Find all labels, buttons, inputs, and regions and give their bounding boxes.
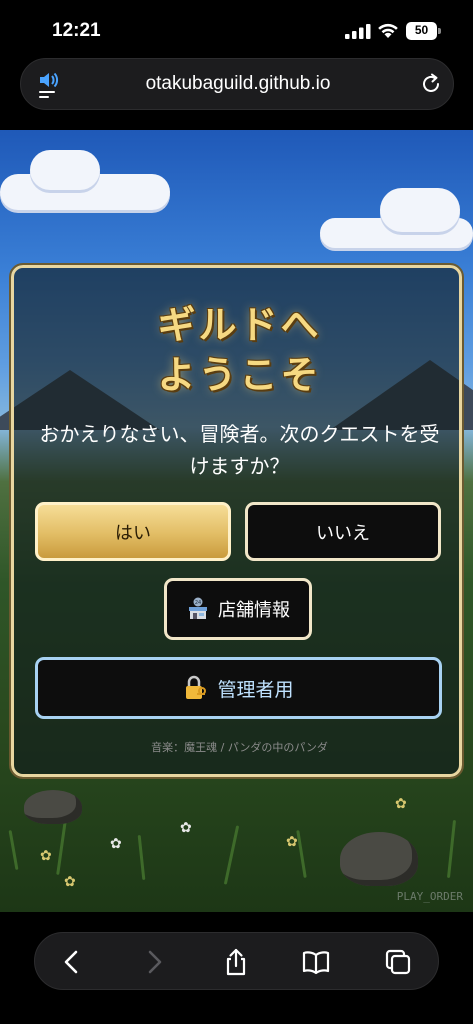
- url-text[interactable]: otakubaguild.github.io: [21, 73, 455, 95]
- grass: [137, 834, 146, 881]
- forward-button[interactable]: [139, 947, 169, 977]
- chevron-left-icon: [64, 950, 78, 974]
- svg-text:24: 24: [195, 600, 201, 606]
- cellular-signal-icon: [345, 24, 371, 39]
- flower: ✿: [395, 796, 407, 812]
- tabs-icon: [385, 949, 411, 975]
- grass: [446, 820, 457, 878]
- chevron-right-icon: [148, 950, 162, 974]
- game-scene: ✿ ✿ ✿ ✿ ✿ ✿ PLAY_ORDER ギルドへ ようこそ おかえりなさい…: [0, 130, 473, 912]
- music-credit: 音楽：魔王魂 / パンダの中のパンダ: [151, 741, 328, 754]
- no-button[interactable]: いいえ: [245, 502, 441, 561]
- battery-level: 50: [414, 23, 429, 37]
- no-button-label: いいえ: [316, 522, 370, 544]
- store-info-label: 店舗情報: [218, 600, 290, 621]
- grass: [223, 825, 240, 885]
- yes-button-label: はい: [115, 522, 151, 544]
- store-info-button[interactable]: 24 店舗情報: [164, 578, 312, 640]
- watermark: PLAY_ORDER: [396, 890, 463, 903]
- grass: [296, 830, 307, 878]
- admin-button[interactable]: 管理者用: [35, 657, 442, 719]
- flower: ✿: [110, 836, 122, 852]
- rock: [24, 790, 82, 824]
- 24h-store-icon: 24: [189, 597, 207, 619]
- flower: ✿: [286, 834, 298, 850]
- status-time: 12:21: [52, 20, 101, 41]
- browser-toolbar-area: [0, 912, 473, 1024]
- back-button[interactable]: [57, 947, 87, 977]
- rock: [340, 832, 418, 886]
- wifi-icon: [378, 23, 398, 38]
- battery-icon: 50: [406, 22, 442, 40]
- admin-label: 管理者用: [217, 678, 294, 701]
- dialog-title-line1: ギルドへ: [157, 303, 322, 347]
- book-icon: [302, 951, 330, 975]
- cloud: [30, 150, 100, 190]
- browser-toolbar: [34, 932, 439, 990]
- tabs-button[interactable]: [383, 947, 413, 977]
- cloud: [380, 188, 460, 232]
- flower: ✿: [180, 820, 192, 836]
- share-icon: [226, 948, 246, 976]
- grass: [8, 830, 19, 870]
- yes-button[interactable]: はい: [35, 502, 231, 561]
- share-button[interactable]: [221, 947, 251, 977]
- quest-prompt: おかえりなさい、冒険者。次のクエストを受けますか？: [39, 422, 440, 478]
- dialog-title-line2: ようこそ: [157, 353, 322, 397]
- status-bar: 12:21 50: [0, 0, 473, 56]
- lock-key-icon: [186, 675, 207, 699]
- address-bar[interactable]: otakubaguild.github.io: [20, 58, 454, 110]
- grass: [56, 820, 67, 875]
- bookmarks-button[interactable]: [301, 947, 331, 977]
- guild-welcome-dialog: ギルドへ ようこそ おかえりなさい、冒険者。次のクエストを受けますか？ はい い…: [9, 263, 464, 779]
- reload-icon[interactable]: [419, 72, 443, 96]
- browser-address-area: otakubaguild.github.io: [0, 56, 473, 130]
- flower: ✿: [40, 848, 52, 864]
- flower: ✿: [64, 874, 76, 890]
